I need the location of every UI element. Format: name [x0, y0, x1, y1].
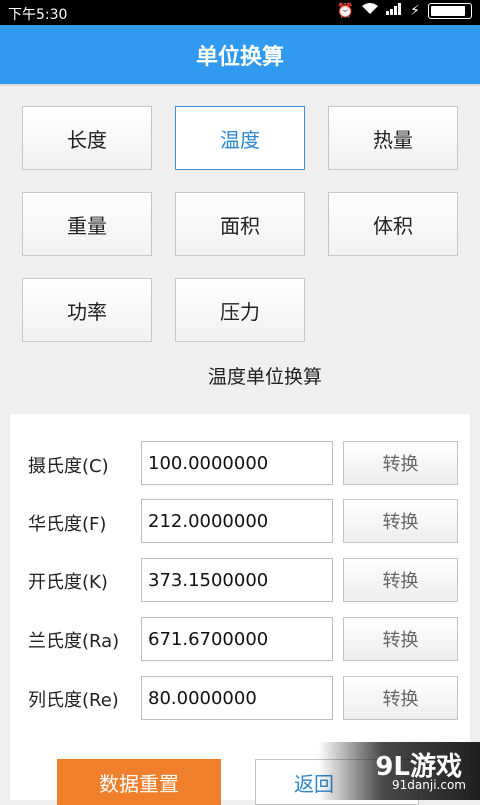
- category-pressure-button[interactable]: 压力: [175, 278, 305, 342]
- category-power-button[interactable]: 功率: [22, 278, 152, 342]
- app-header: 单位换算: [0, 25, 480, 84]
- status-time: 下午5:30: [8, 7, 68, 23]
- status-bar: 下午5:30 ⏰ ⚡: [0, 0, 480, 25]
- kelvin-convert-button[interactable]: 转换: [343, 558, 458, 602]
- reaumur-label: 列氏度(Re): [28, 690, 119, 711]
- category-heat-button[interactable]: 热量: [328, 106, 458, 170]
- reset-data-button[interactable]: 数据重置: [57, 759, 221, 805]
- reaumur-convert-button[interactable]: 转换: [343, 676, 458, 720]
- page-title: 单位换算: [195, 44, 284, 70]
- category-weight-button[interactable]: 重量: [22, 192, 152, 256]
- rankine-label: 兰氏度(Ra): [28, 631, 120, 652]
- rankine-input[interactable]: 671.6700000: [141, 617, 333, 661]
- category-temperature-button[interactable]: 温度: [175, 106, 305, 170]
- section-title: 温度单位换算: [207, 366, 322, 388]
- category-area-button[interactable]: 面积: [175, 192, 305, 256]
- alarm-icon: ⏰: [336, 3, 355, 19]
- fahrenheit-input[interactable]: 212.0000000: [141, 499, 333, 543]
- fahrenheit-convert-button[interactable]: 转换: [343, 499, 458, 543]
- celsius-label: 摄氏度(C): [28, 456, 109, 477]
- fahrenheit-label: 华氏度(F): [28, 514, 107, 535]
- category-volume-button[interactable]: 体积: [328, 192, 458, 256]
- battery-icon: [428, 3, 472, 19]
- charging-icon: ⚡: [410, 3, 420, 19]
- kelvin-input[interactable]: 373.1500000: [141, 558, 333, 602]
- celsius-convert-button[interactable]: 转换: [343, 441, 458, 485]
- reaumur-input[interactable]: 80.0000000: [141, 676, 333, 720]
- celsius-input[interactable]: 100.0000000: [141, 441, 333, 485]
- category-length-button[interactable]: 长度: [22, 106, 152, 170]
- kelvin-label: 开氏度(K): [28, 572, 108, 593]
- watermark-sub-text: 91danji.com: [392, 778, 466, 792]
- watermark-logo: 9L游戏 91danji.com: [318, 742, 480, 800]
- status-icons: ⏰ ⚡: [337, 3, 472, 19]
- wifi-icon: [362, 3, 379, 19]
- rankine-convert-button[interactable]: 转换: [343, 617, 458, 661]
- signal-icon: [386, 3, 402, 19]
